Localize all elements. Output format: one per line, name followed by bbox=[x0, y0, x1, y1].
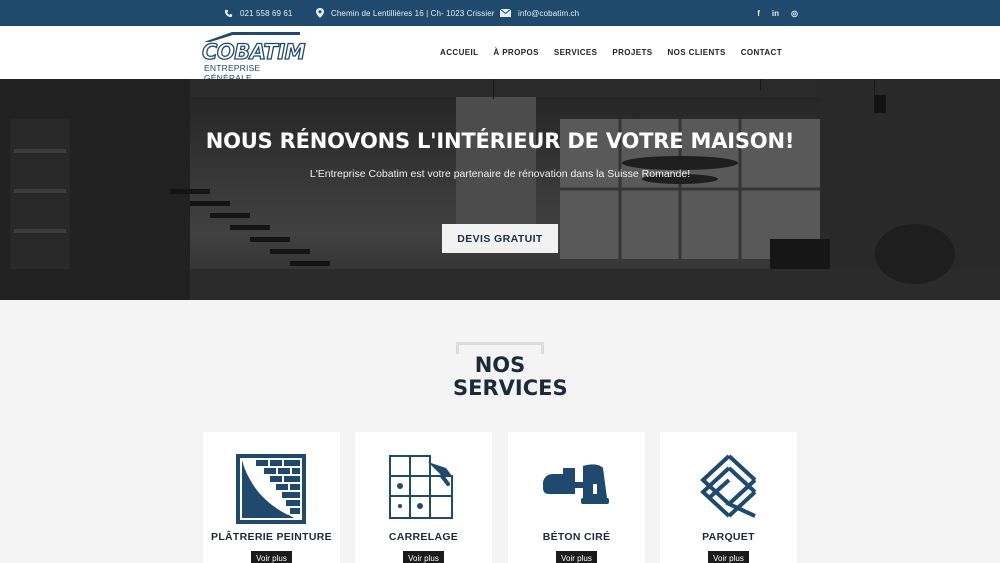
facebook-icon[interactable]: f bbox=[757, 9, 760, 18]
hero-banner: NOUS RÉNOVONS L'INTÉRIEUR DE VOTRE MAISO… bbox=[0, 79, 1000, 300]
nav-contact[interactable]: CONTACT bbox=[741, 48, 782, 57]
email-contact[interactable]: info@cobatim.ch bbox=[500, 0, 579, 26]
see-more-button[interactable]: Voir plus bbox=[708, 551, 749, 563]
instagram-icon[interactable]: ◎ bbox=[791, 9, 798, 18]
see-more-button[interactable]: Voir plus bbox=[251, 551, 292, 563]
service-card-platrerie[interactable]: PLÂTRERIE PEINTURE Voir plus bbox=[203, 432, 340, 563]
hero-subtitle: L'Entreprise Cobatim est votre partenair… bbox=[309, 168, 691, 180]
nav-services[interactable]: SERVICES bbox=[554, 48, 598, 57]
hero-title: NOUS RÉNOVONS L'INTÉRIEUR DE VOTRE MAISO… bbox=[205, 129, 795, 153]
site-header: COBATIM ENTREPRISE GÉNÉRALE ACCUEIL À PR… bbox=[0, 26, 1000, 83]
see-more-button[interactable]: Voir plus bbox=[556, 551, 597, 563]
phone-number: 021 558 69 61 bbox=[240, 8, 293, 18]
see-more-button[interactable]: Voir plus bbox=[403, 551, 444, 563]
phone-contact[interactable]: 021 558 69 61 bbox=[224, 0, 292, 26]
service-name: PLÂTRERIE PEINTURE bbox=[211, 531, 332, 543]
location-pin-icon bbox=[316, 8, 324, 18]
service-card-carrelage[interactable]: CARRELAGE Voir plus bbox=[355, 432, 492, 563]
logo-wordmark: COBATIM bbox=[201, 39, 306, 64]
heading-line-1: NOS bbox=[456, 354, 544, 377]
service-name: BÉTON CIRÉ bbox=[542, 531, 611, 543]
plaster-wall-icon bbox=[236, 454, 306, 524]
service-card-beton-cire[interactable]: BÉTON CIRÉ Voir plus bbox=[508, 432, 645, 563]
social-links: f in ◎ bbox=[757, 0, 798, 26]
main-navigation: ACCUEIL À PROPOS SERVICES PROJETS NOS CL… bbox=[440, 26, 782, 79]
heading-line-2: SERVICES bbox=[453, 376, 568, 400]
top-contact-bar: 021 558 69 61 Chemin de Lentillières 16 … bbox=[0, 0, 1000, 26]
nav-a-propos[interactable]: À PROPOS bbox=[493, 48, 538, 57]
linkedin-icon[interactable]: in bbox=[772, 9, 779, 18]
concrete-sander-icon bbox=[543, 464, 609, 504]
phone-icon bbox=[224, 9, 233, 17]
services-heading: NOS SERVICES bbox=[453, 342, 568, 400]
tiles-trowel-icon bbox=[389, 455, 453, 519]
service-name: PARQUET bbox=[702, 531, 755, 543]
envelope-icon bbox=[500, 9, 511, 17]
email-address: info@cobatim.ch bbox=[518, 8, 580, 18]
nav-nos-clients[interactable]: NOS CLIENTS bbox=[668, 48, 726, 57]
nav-projets[interactable]: PROJETS bbox=[612, 48, 652, 57]
nav-accueil[interactable]: ACCUEIL bbox=[440, 48, 478, 57]
service-card-parquet[interactable]: PARQUET Voir plus bbox=[660, 432, 797, 563]
parquet-planks-icon bbox=[700, 454, 757, 518]
company-logo[interactable]: COBATIM ENTREPRISE GÉNÉRALE bbox=[201, 30, 306, 83]
address-contact: Chemin de Lentillières 16 | Ch- 1023 Cri… bbox=[316, 0, 495, 26]
free-quote-button[interactable]: DEVIS GRATUIT bbox=[442, 224, 558, 253]
address-text: Chemin de Lentillières 16 | Ch- 1023 Cri… bbox=[331, 8, 495, 18]
hero-overlay bbox=[0, 79, 1000, 300]
service-name: CARRELAGE bbox=[388, 531, 459, 543]
